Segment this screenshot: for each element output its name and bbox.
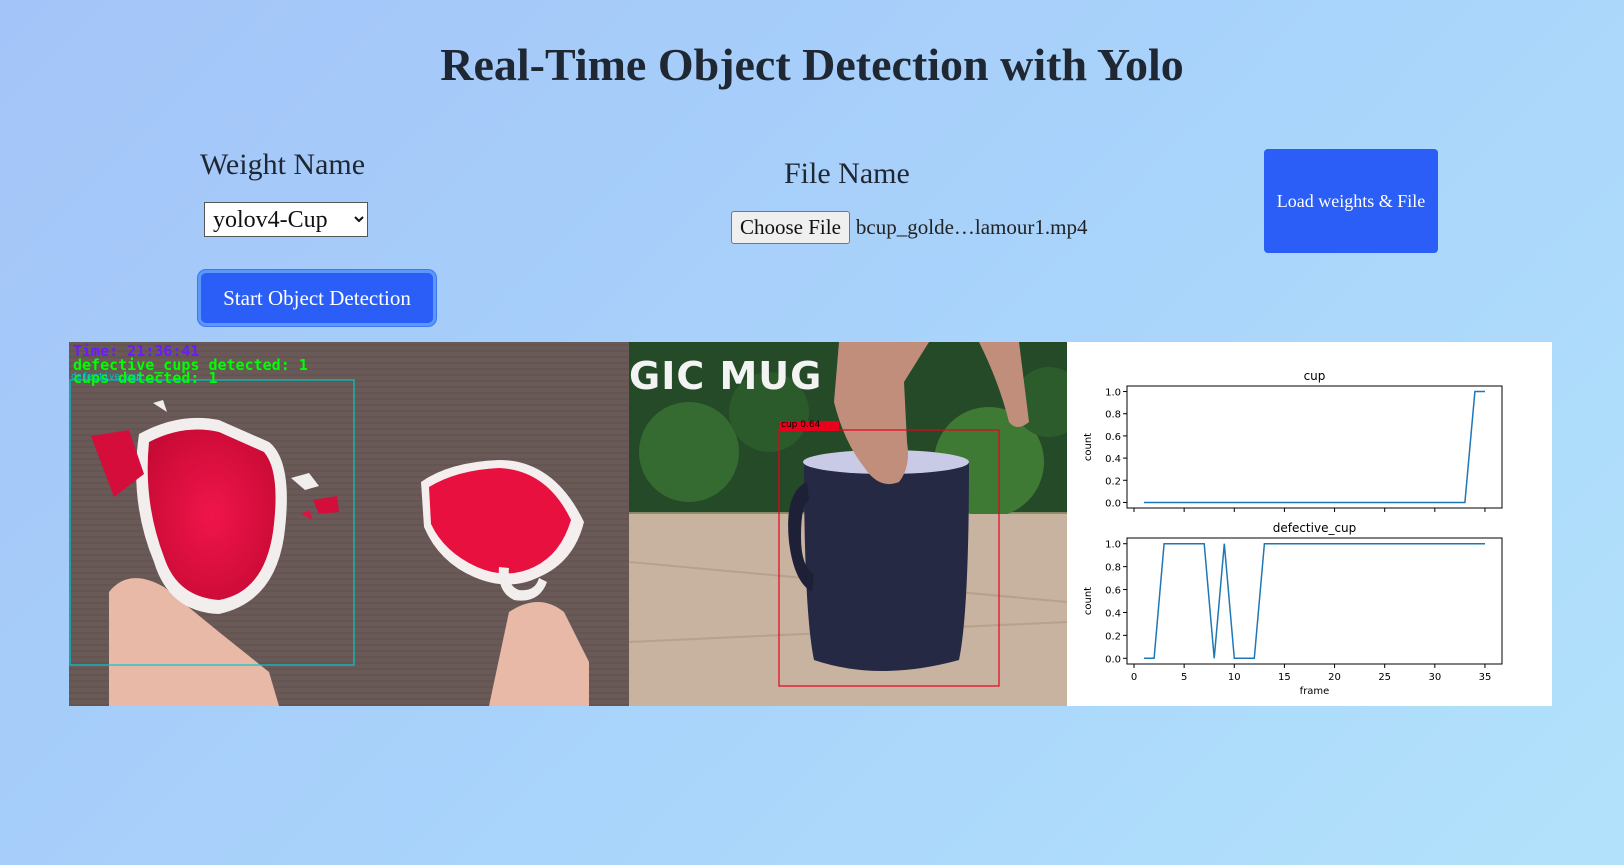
video-frame-left: Time: 21:36:41 defective_cups detected: … [69,342,629,706]
plot-frame [1126,537,1503,665]
x-tick-label: 5 [1181,672,1187,683]
file-picker: Choose File bcup_golde…lamour1.mp4 [731,211,1087,244]
box-label-left: defective_cup [71,372,142,382]
y-axis-label: count [1083,587,1094,615]
detection-output: Time: 21:36:41 defective_cups detected: … [69,342,1552,706]
plot-frame [1126,385,1503,509]
load-weights-file-button[interactable]: Load weights & File [1264,149,1438,253]
x-tick-label: 30 [1428,672,1441,683]
plot-title: defective_cup [1273,521,1357,535]
weight-name-label: Weight Name [200,148,366,181]
plots-svg: cup 0.0 0.2 0.4 0.6 0.8 1.0 count defective_cup 0… [1083,369,1503,697]
box-label-mug: cup 0.64 [781,420,821,430]
y-tick-label: 0.8 [1105,410,1121,421]
start-object-detection-button[interactable]: Start Object Detection [198,270,436,326]
y-tick-label: 0.4 [1105,608,1121,619]
selected-file-name: bcup_golde…lamour1.mp4 [855,215,1088,239]
y-tick-label: 0.8 [1105,563,1121,574]
detection-count-plots: cup 0.0 0.2 0.4 0.6 0.8 1.0 count defective_cup 0… [1067,342,1552,706]
plot-title: cup [1304,369,1326,383]
y-tick-label: 0.6 [1105,586,1121,597]
page-title: Real-Time Object Detection with Yolo [440,39,1184,90]
x-tick-label: 20 [1328,672,1341,683]
series-line-cup [1144,390,1485,504]
banner-text: GIC MUG [629,354,823,398]
y-tick-label: 1.0 [1105,540,1121,551]
series-line-defective_cup [1144,542,1485,660]
x-axis-label: frame [1300,686,1330,697]
file-name-label: File Name [784,157,910,190]
x-tick-label: 10 [1228,672,1241,683]
y-tick-label: 1.0 [1105,388,1121,399]
y-tick-label: 0.4 [1105,454,1121,465]
choose-file-button[interactable]: Choose File [731,211,850,244]
y-tick-label: 0.6 [1105,432,1121,443]
y-tick-label: 0.0 [1105,654,1121,665]
y-tick-label: 0.0 [1105,498,1121,509]
y-tick-label: 0.2 [1105,476,1121,487]
x-tick-label: 15 [1278,672,1291,683]
x-tick-label: 35 [1479,672,1492,683]
y-tick-label: 0.2 [1105,631,1121,642]
weight-select[interactable]: yolov4-Cup [204,202,368,237]
x-tick-label: 25 [1378,672,1391,683]
x-tick-label: 0 [1131,672,1137,683]
video-frame-middle: GIC MUG cup 0.64 [629,342,1067,706]
broken-cup-scene [69,342,629,706]
y-axis-label: count [1083,433,1094,461]
